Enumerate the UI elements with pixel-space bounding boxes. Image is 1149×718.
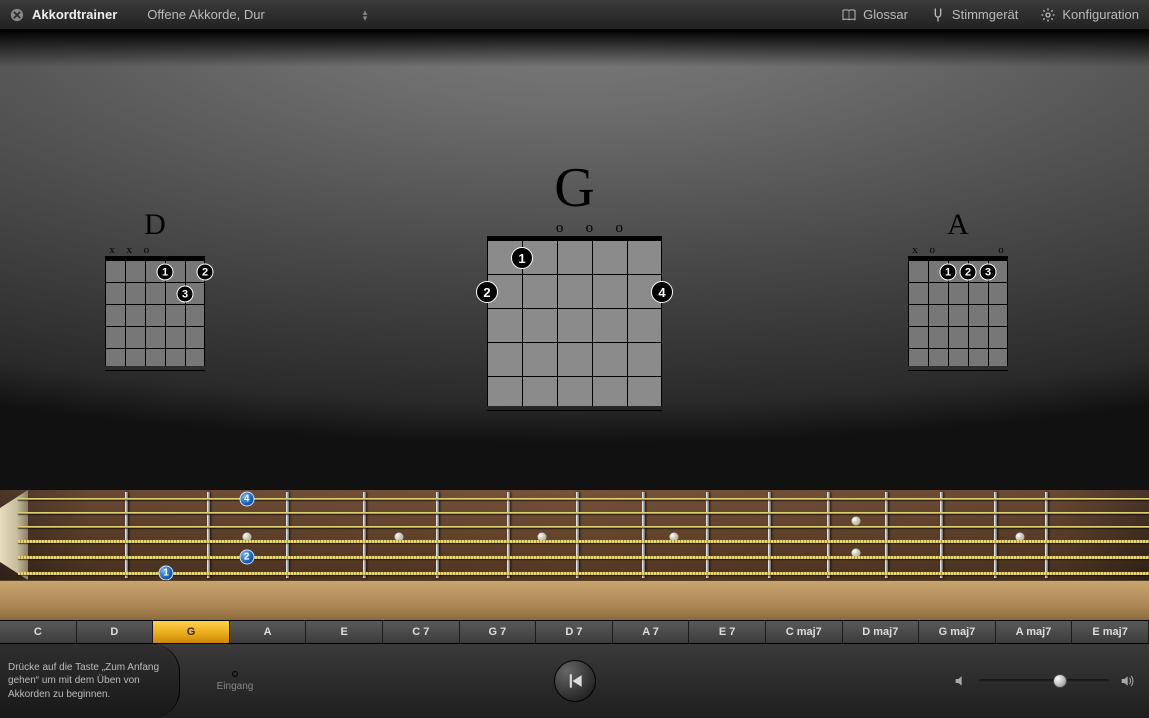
volume-knob[interactable] — [1053, 674, 1067, 688]
chord-diagram-right[interactable]: Axoo123 — [908, 210, 1008, 366]
glossary-button[interactable]: Glossar — [841, 7, 908, 23]
chord-string-markers: xoo — [908, 244, 1008, 256]
fret-inlay — [852, 517, 861, 526]
tuning-fork-icon — [930, 7, 946, 23]
volume-control — [953, 673, 1135, 689]
fret-wire — [642, 492, 645, 578]
chord-button[interactable]: C — [0, 621, 77, 643]
finger-dot: 2 — [197, 264, 214, 281]
chord-string-markers: xxo — [105, 244, 205, 256]
input-led-icon — [232, 671, 238, 677]
fret-wire — [125, 492, 128, 578]
book-icon — [841, 7, 857, 23]
finger-dot: 1 — [157, 264, 174, 281]
fret-wire — [885, 492, 888, 578]
chord-button[interactable]: D — [77, 621, 154, 643]
finger-dot: 2 — [476, 281, 498, 303]
settings-label: Konfiguration — [1062, 7, 1139, 22]
skip-to-start-icon — [565, 671, 585, 691]
finger-dot: 1 — [511, 247, 533, 269]
gear-icon — [1040, 7, 1056, 23]
chord-name: A — [908, 210, 1008, 240]
hint-text: Drücke auf die Taste „Zum Anfang gehen“ … — [8, 661, 163, 702]
input-indicator[interactable]: Eingang — [205, 644, 265, 718]
volume-low-icon[interactable] — [953, 673, 969, 689]
chord-diagram-center[interactable]: Gooo124 — [487, 160, 662, 406]
fret-wire — [940, 492, 943, 578]
chord-button[interactable]: A maj7 — [996, 621, 1073, 643]
chord-button[interactable]: A — [230, 621, 307, 643]
close-icon[interactable] — [10, 8, 24, 22]
guitar-string[interactable] — [18, 556, 1149, 559]
fret-wire — [827, 492, 830, 578]
fret-wire — [994, 492, 997, 578]
chord-button[interactable]: E maj7 — [1072, 621, 1149, 643]
chord-button[interactable]: A 7 — [613, 621, 690, 643]
lesson-select[interactable]: Offene Akkorde, Dur ▴▾ — [147, 7, 367, 22]
chord-button[interactable]: D maj7 — [843, 621, 920, 643]
top-bar: Akkordtrainer Offene Akkorde, Dur ▴▾ Glo… — [0, 0, 1149, 30]
chord-button[interactable]: D 7 — [536, 621, 613, 643]
volume-high-icon[interactable] — [1119, 673, 1135, 689]
tuner-button[interactable]: Stimmgerät — [930, 7, 1018, 23]
fretboard-finger-dot: 4 — [239, 492, 254, 507]
footer-bar: Drücke auf die Taste „Zum Anfang gehen“ … — [0, 644, 1149, 718]
chord-diagram-left[interactable]: Dxxo123 — [105, 210, 205, 366]
chord-grid: 123 — [105, 256, 205, 366]
fretboard-finger-dot: 1 — [159, 566, 174, 581]
chord-button[interactable]: C maj7 — [766, 621, 843, 643]
lesson-select-label: Offene Akkorde, Dur — [147, 7, 265, 22]
volume-slider[interactable] — [979, 679, 1109, 683]
guitar-string[interactable] — [18, 512, 1149, 514]
hint-bubble: Drücke auf die Taste „Zum Anfang gehen“ … — [0, 644, 180, 718]
chord-button[interactable]: E — [306, 621, 383, 643]
chord-name: D — [105, 210, 205, 240]
chord-button[interactable]: G maj7 — [919, 621, 996, 643]
guitar-string[interactable] — [18, 498, 1149, 500]
chord-grid: 124 — [487, 236, 662, 406]
fret-wire — [507, 492, 510, 578]
chord-button[interactable]: G — [153, 621, 230, 643]
go-to-start-button[interactable] — [554, 660, 596, 702]
guitar-fretboard[interactable]: 1 4 2 — [0, 490, 1149, 620]
fretboard-finger-dot: 2 — [239, 550, 254, 565]
chord-selector-row: CDGAEC 7G 7D 7A 7E 7C maj7D maj7G maj7A … — [0, 620, 1149, 644]
fret-wire — [207, 492, 210, 578]
tuner-label: Stimmgerät — [952, 7, 1018, 22]
finger-dot: 3 — [980, 264, 997, 281]
fret-wire — [286, 492, 289, 578]
fret-wire — [768, 492, 771, 578]
fret-wire — [1045, 492, 1048, 578]
finger-dot: 3 — [177, 286, 194, 303]
finger-dot: 2 — [960, 264, 977, 281]
chord-name: G — [487, 160, 662, 216]
input-label: Eingang — [217, 681, 254, 692]
chord-button[interactable]: G 7 — [460, 621, 537, 643]
guitar-string[interactable] — [18, 572, 1149, 575]
fret-wire — [576, 492, 579, 578]
guitar-string[interactable] — [18, 540, 1149, 543]
finger-dot: 1 — [940, 264, 957, 281]
chord-button[interactable]: E 7 — [689, 621, 766, 643]
chord-string-markers: ooo — [487, 220, 662, 236]
chevron-updown-icon: ▴▾ — [363, 9, 368, 21]
finger-dot: 4 — [651, 281, 673, 303]
chord-grid: 123 — [908, 256, 1008, 366]
chord-button[interactable]: C 7 — [383, 621, 460, 643]
app-title: Akkordtrainer — [32, 7, 117, 22]
fret-wire — [436, 492, 439, 578]
guitar-string[interactable] — [18, 526, 1149, 528]
fret-wire — [363, 492, 366, 578]
settings-button[interactable]: Konfiguration — [1040, 7, 1139, 23]
chord-stage: Dxxo123 Gooo124 Axoo123 — [0, 30, 1149, 490]
guitar-body — [0, 580, 1149, 620]
fret-wire — [706, 492, 709, 578]
glossary-label: Glossar — [863, 7, 908, 22]
